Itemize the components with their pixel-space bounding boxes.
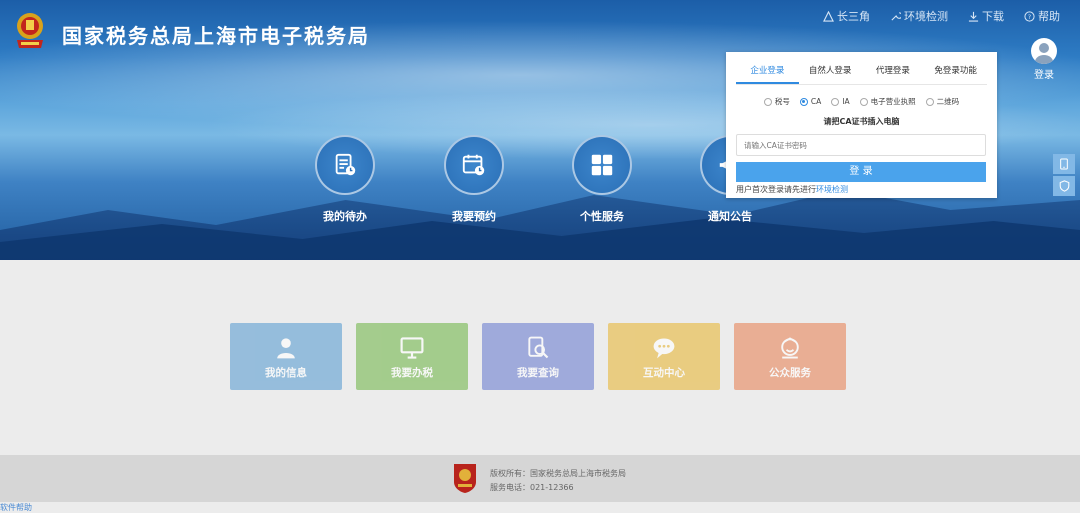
tab-agent-login[interactable]: 代理登录 <box>862 60 925 84</box>
service-icon <box>734 335 846 365</box>
quick-label: 通知公告 <box>708 210 752 223</box>
login-button[interactable]: 登 录 <box>736 162 986 182</box>
user-avatar-icon <box>1031 38 1057 64</box>
nav-label: 长三角 <box>837 10 870 23</box>
triangle-icon <box>823 10 834 22</box>
tile-label: 互动中心 <box>643 367 685 379</box>
tab-individual-login[interactable]: 自然人登录 <box>799 60 862 84</box>
login-panel: 企业登录 自然人登录 代理登录 免登录功能 税号 CA IA 电子营业执照 二维… <box>726 52 997 198</box>
help-icon: ? <box>1024 10 1035 22</box>
radio-circle <box>859 97 868 106</box>
user-login-label: 登录 <box>1034 70 1054 81</box>
ca-insert-hint: 请把CA证书插入电脑 <box>823 117 900 126</box>
quick-label: 个性服务 <box>580 210 624 223</box>
ca-password-input[interactable] <box>736 134 986 156</box>
grid-icon <box>572 135 632 195</box>
monitor-icon <box>356 335 468 365</box>
mobile-icon[interactable] <box>1053 154 1075 174</box>
quick-my-todo[interactable]: 我的待办 <box>295 135 395 224</box>
tile-tax-handling[interactable]: 我要办税 <box>356 323 468 390</box>
tax-badge-icon <box>454 464 476 493</box>
nav-label: 帮助 <box>1038 10 1060 23</box>
radio-circle <box>799 97 808 106</box>
tab-enterprise-login[interactable]: 企业登录 <box>736 60 799 84</box>
todo-doc-icon <box>315 135 375 195</box>
wrench-icon <box>891 11 901 21</box>
tile-inquiry[interactable]: 我要查询 <box>482 323 594 390</box>
radio-label: CA <box>810 97 822 106</box>
nav-label: 下载 <box>982 10 1004 23</box>
footer-phone: 服务电话：021-12366 <box>490 483 574 492</box>
footer: 版权所有：国家税务总局上海市税务局 服务电话：021-12366 <box>0 455 1080 502</box>
radio-label: 二维码 <box>936 97 960 106</box>
chat-icon <box>608 335 720 365</box>
radio-circle <box>925 97 934 106</box>
radio-ca[interactable]: CA <box>799 96 822 107</box>
nav-yangtze-delta[interactable]: 长三角 <box>823 8 870 24</box>
svg-text:?: ? <box>1028 12 1031 20</box>
quick-appointment[interactable]: 我要预约 <box>424 135 524 224</box>
radio-circle <box>831 97 840 106</box>
radio-qr-code[interactable]: 二维码 <box>925 96 960 107</box>
tile-label: 公众服务 <box>769 367 811 379</box>
site-title: 国家税务总局上海市电子税务局 <box>62 24 370 48</box>
person-icon <box>230 335 342 365</box>
radio-label: 税号 <box>774 97 790 106</box>
nav-help[interactable]: ? 帮助 <box>1024 8 1060 24</box>
quick-label: 我要预约 <box>452 210 496 223</box>
tile-interaction-center[interactable]: 互动中心 <box>608 323 720 390</box>
first-time-text: 用户首次登录请先进行 <box>736 185 816 194</box>
radio-e-license[interactable]: 电子营业执照 <box>859 96 916 107</box>
radio-label: IA <box>842 97 850 106</box>
tab-no-login-functions[interactable]: 免登录功能 <box>924 60 987 84</box>
search-doc-icon <box>482 335 594 365</box>
nav-env-check[interactable]: 环境检测 <box>890 8 948 24</box>
login-tabs: 企业登录 自然人登录 代理登录 免登录功能 <box>736 60 987 85</box>
tile-label: 我要查询 <box>517 367 559 379</box>
calendar-clock-icon <box>444 135 504 195</box>
tax-emblem-icon[interactable] <box>12 10 48 52</box>
side-toolbar <box>1053 154 1075 198</box>
login-method-radios: 税号 CA IA 电子营业执照 二维码 <box>726 96 997 107</box>
top-nav: 长三角 环境检测 下载 ? 帮助 <box>823 8 1060 24</box>
tile-label: 我的信息 <box>265 367 307 379</box>
software-help-link[interactable]: 软件帮助 <box>0 502 32 513</box>
service-tiles: 我的信息 我要办税 我要查询 互动中心 公众服务 <box>230 323 846 390</box>
tile-public-service[interactable]: 公众服务 <box>734 323 846 390</box>
quick-label: 我的待办 <box>323 210 367 223</box>
radio-circle <box>763 97 772 106</box>
tile-label: 我要办税 <box>391 367 433 379</box>
footer-info: 版权所有：国家税务总局上海市税务局 服务电话：021-12366 <box>490 467 626 495</box>
nav-label: 环境检测 <box>904 10 948 23</box>
env-check-link[interactable]: 环境检测 <box>816 185 848 194</box>
radio-label: 电子营业执照 <box>870 97 916 106</box>
radio-tax-id[interactable]: 税号 <box>763 96 790 107</box>
first-time-note: 用户首次登录请先进行环境检测 <box>736 184 987 195</box>
radio-ia[interactable]: IA <box>831 96 850 107</box>
nav-download[interactable]: 下载 <box>968 8 1004 24</box>
download-icon <box>968 11 979 22</box>
footer-copyright: 版权所有：国家税务总局上海市税务局 <box>490 469 626 478</box>
tile-my-info[interactable]: 我的信息 <box>230 323 342 390</box>
user-login-corner[interactable]: 登录 <box>1027 38 1061 81</box>
quick-personal-service[interactable]: 个性服务 <box>552 135 652 224</box>
shield-icon[interactable] <box>1053 176 1075 196</box>
